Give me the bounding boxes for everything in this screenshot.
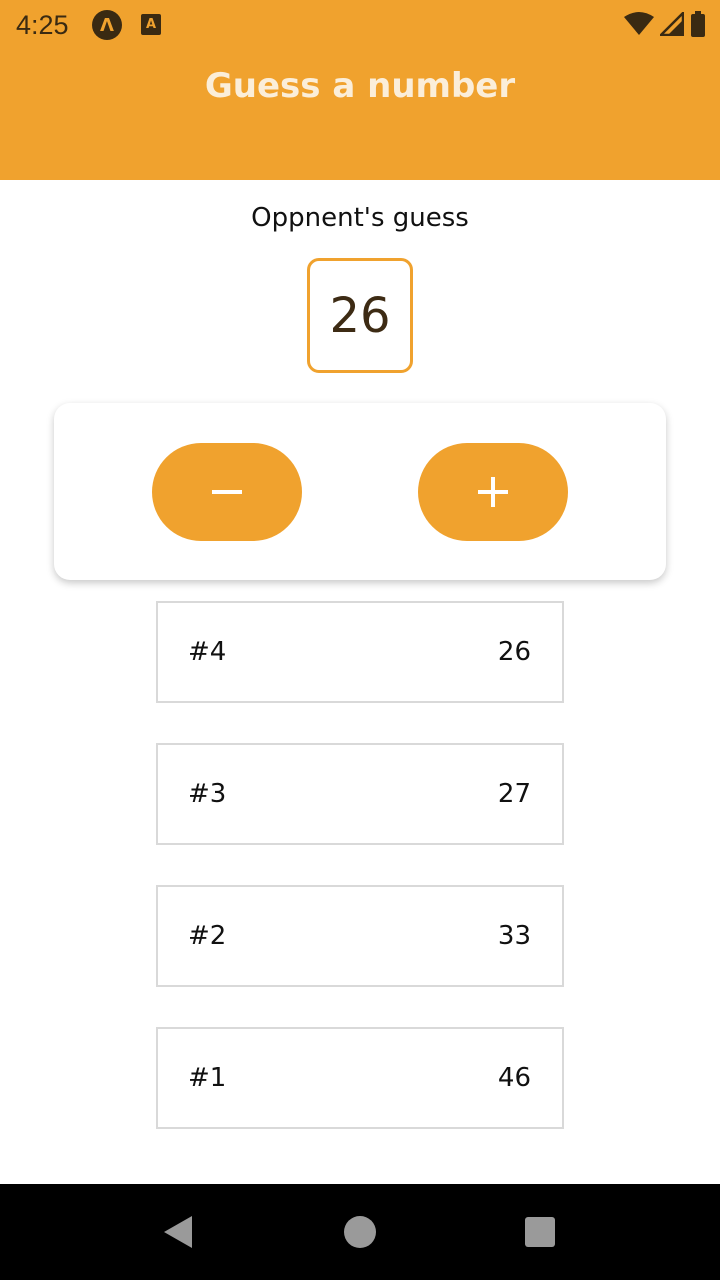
- status-icons: [624, 10, 706, 38]
- guess-round-label: #1: [188, 1063, 227, 1093]
- guess-value: 26: [497, 637, 531, 667]
- expo-app-icon: Λ: [92, 10, 122, 40]
- guess-round-label: #2: [188, 921, 227, 951]
- guess-round-label: #4: [188, 637, 227, 667]
- notification-icon: A: [141, 14, 161, 35]
- controls-card: [54, 403, 666, 580]
- app-title: Guess a number: [204, 66, 516, 106]
- guess-history-item: #1 46: [156, 1027, 564, 1129]
- minus-icon: [212, 490, 242, 494]
- guess-value: 46: [497, 1063, 531, 1093]
- status-time: 4:25: [16, 10, 69, 40]
- guess-value: 27: [497, 779, 531, 809]
- guess-history-item: #3 27: [156, 743, 564, 845]
- system-nav-bar: [0, 1184, 720, 1280]
- plus-icon: [478, 477, 508, 507]
- back-icon[interactable]: [162, 1215, 194, 1249]
- recents-icon[interactable]: [525, 1217, 555, 1247]
- cellular-signal-icon: [660, 12, 684, 36]
- guess-history-item: #2 33: [156, 885, 564, 987]
- lower-button[interactable]: [152, 443, 302, 541]
- app-header: 4:25 Λ A Guess a number: [0, 0, 720, 180]
- guess-history-item: #4 26: [156, 601, 564, 703]
- guess-round-label: #3: [188, 779, 227, 809]
- current-guess-display: 26: [307, 258, 413, 373]
- opponent-guess-label: Oppnent's guess: [251, 203, 469, 233]
- higher-button[interactable]: [418, 443, 568, 541]
- guess-value: 33: [497, 921, 531, 951]
- home-icon[interactable]: [344, 1216, 376, 1248]
- wifi-icon: [624, 12, 654, 35]
- battery-icon: [691, 11, 705, 37]
